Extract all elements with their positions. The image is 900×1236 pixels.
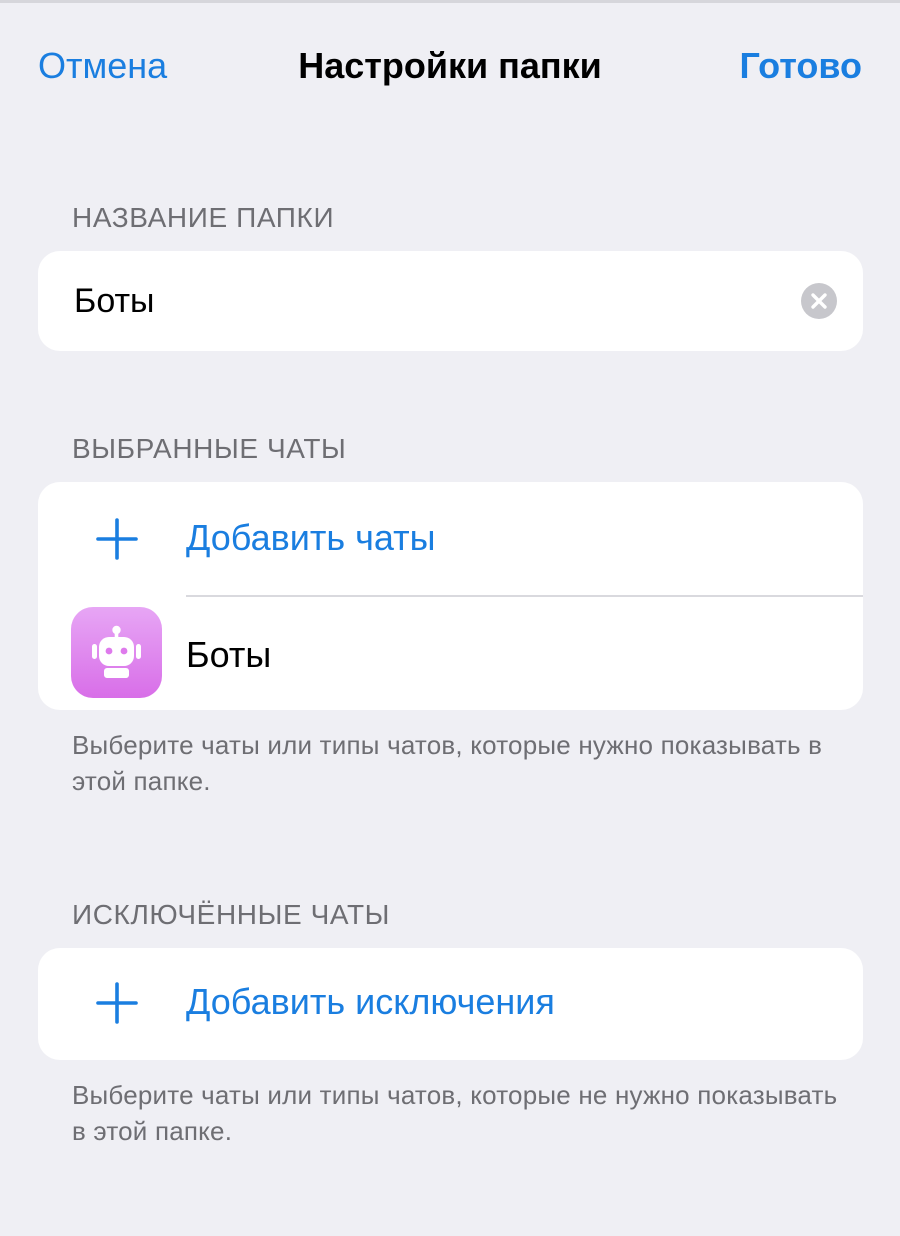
included-chat-label: Боты xyxy=(186,634,272,675)
included-chat-item-bots[interactable]: Боты xyxy=(38,597,863,710)
plus-icon xyxy=(96,518,138,560)
add-exclusions-button[interactable]: Добавить исключения xyxy=(38,948,863,1060)
excluded-chats-footer: Выберите чаты или типы чатов, которые не… xyxy=(72,1080,838,1146)
clear-text-button[interactable] xyxy=(801,283,837,319)
bots-avatar xyxy=(71,607,162,698)
navigation-bar: Отмена Настройки папки Готово xyxy=(0,38,900,94)
included-chats-card: Добавить чаты Боты xyxy=(38,482,863,710)
add-chats-label: Добавить чаты xyxy=(186,517,436,558)
done-button[interactable]: Готово xyxy=(739,46,862,86)
plus-icon xyxy=(96,982,138,1024)
excluded-chats-card: Добавить исключения xyxy=(38,948,863,1060)
excluded-chats-header: ИСКЛЮЧЁННЫЕ ЧАТЫ xyxy=(72,899,391,930)
folder-name-input[interactable] xyxy=(74,277,774,325)
clear-x-icon xyxy=(811,293,827,309)
folder-name-header: НАЗВАНИЕ ПАПКИ xyxy=(72,202,335,233)
included-chats-footer: Выберите чаты или типы чатов, которые ну… xyxy=(72,730,823,796)
folder-name-card xyxy=(38,251,863,351)
folder-settings-screen: Отмена Настройки папки Готово НАЗВАНИЕ П… xyxy=(0,0,900,1236)
top-edge-divider xyxy=(0,0,900,3)
included-chats-header: ВЫБРАННЫЕ ЧАТЫ xyxy=(72,433,347,464)
add-chats-button[interactable]: Добавить чаты xyxy=(38,482,863,595)
robot-icon xyxy=(92,625,141,678)
add-exclusions-label: Добавить исключения xyxy=(186,981,555,1022)
cancel-button[interactable]: Отмена xyxy=(38,46,167,86)
